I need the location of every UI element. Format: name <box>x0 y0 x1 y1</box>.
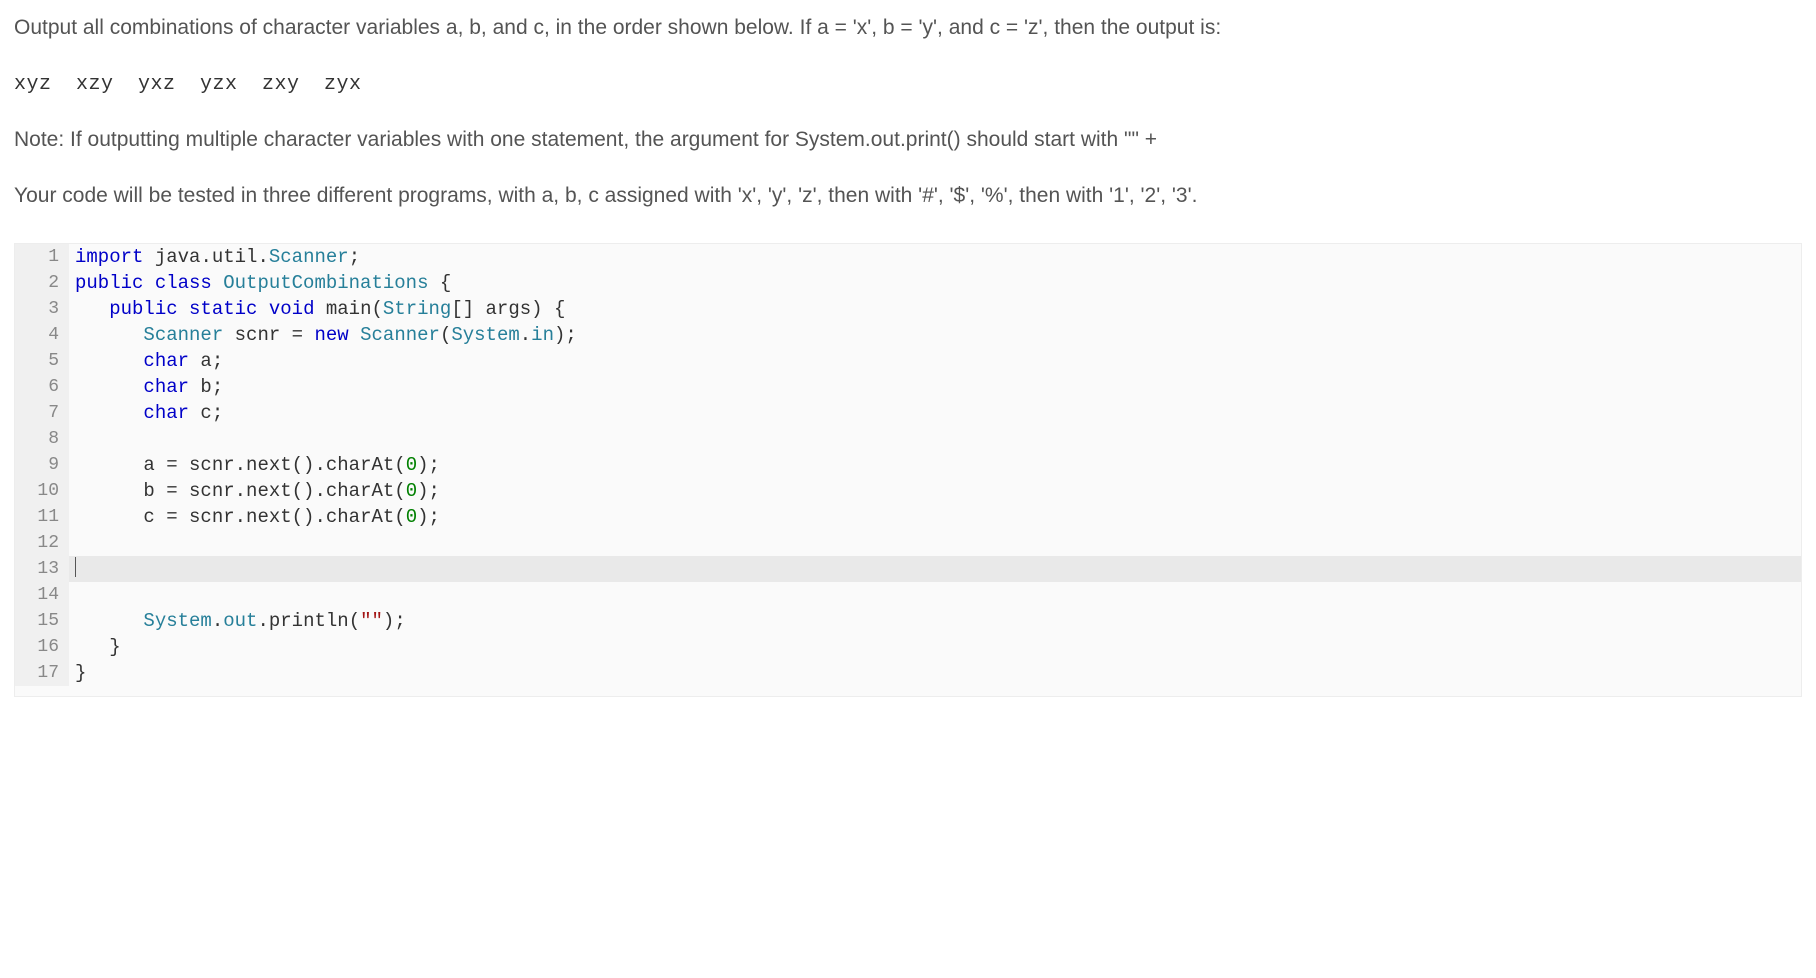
line-number: 11 <box>15 504 69 530</box>
code-content[interactable]: char a; <box>69 348 1801 374</box>
code-line[interactable]: 16 } <box>15 634 1801 660</box>
line-number: 5 <box>15 348 69 374</box>
code-content[interactable]: } <box>69 660 1801 686</box>
text-caret <box>75 557 76 577</box>
code-content[interactable]: a = scnr.next().charAt(0); <box>69 452 1801 478</box>
line-number: 16 <box>15 634 69 660</box>
code-line[interactable]: 9 a = scnr.next().charAt(0); <box>15 452 1801 478</box>
prompt-paragraph-2: Note: If outputting multiple character v… <box>14 124 1802 157</box>
code-content[interactable]: System.out.println(""); <box>69 608 1801 634</box>
code-line[interactable]: 4 Scanner scnr = new Scanner(System.in); <box>15 322 1801 348</box>
code-line[interactable]: 15 System.out.println(""); <box>15 608 1801 634</box>
line-number: 8 <box>15 426 69 452</box>
line-number: 12 <box>15 530 69 556</box>
problem-statement: Output all combinations of character var… <box>14 12 1802 213</box>
code-content[interactable] <box>69 530 1801 556</box>
code-line[interactable]: 14 <box>15 582 1801 608</box>
line-number: 17 <box>15 660 69 686</box>
code-line[interactable]: 2public class OutputCombinations { <box>15 270 1801 296</box>
line-number: 4 <box>15 322 69 348</box>
code-content[interactable]: char c; <box>69 400 1801 426</box>
code-content[interactable]: public class OutputCombinations { <box>69 270 1801 296</box>
code-content[interactable]: Scanner scnr = new Scanner(System.in); <box>69 322 1801 348</box>
sample-output: xyz xzy yxz yzx zxy zyx <box>14 69 1802 100</box>
prompt-paragraph-3: Your code will be tested in three differ… <box>14 180 1802 213</box>
line-number: 2 <box>15 270 69 296</box>
line-number: 1 <box>15 244 69 270</box>
code-content[interactable]: public static void main(String[] args) { <box>69 296 1801 322</box>
line-number: 3 <box>15 296 69 322</box>
line-number: 9 <box>15 452 69 478</box>
code-line[interactable]: 13 <box>15 556 1801 582</box>
line-number: 7 <box>15 400 69 426</box>
code-content[interactable] <box>69 426 1801 452</box>
code-content[interactable]: import java.util.Scanner; <box>69 244 1801 270</box>
code-line[interactable]: 6 char b; <box>15 374 1801 400</box>
code-line[interactable]: 10 b = scnr.next().charAt(0); <box>15 478 1801 504</box>
code-line[interactable]: 12 <box>15 530 1801 556</box>
code-line[interactable]: 1import java.util.Scanner; <box>15 244 1801 270</box>
code-content[interactable]: b = scnr.next().charAt(0); <box>69 478 1801 504</box>
code-content[interactable]: char b; <box>69 374 1801 400</box>
line-number: 13 <box>15 556 69 582</box>
line-number: 6 <box>15 374 69 400</box>
code-content[interactable]: } <box>69 634 1801 660</box>
code-content[interactable] <box>69 582 1801 608</box>
line-number: 15 <box>15 608 69 634</box>
line-number: 14 <box>15 582 69 608</box>
code-line[interactable]: 8 <box>15 426 1801 452</box>
code-line[interactable]: 17} <box>15 660 1801 686</box>
code-line[interactable]: 7 char c; <box>15 400 1801 426</box>
code-content[interactable] <box>69 556 1801 582</box>
code-line[interactable]: 5 char a; <box>15 348 1801 374</box>
code-line[interactable]: 3 public static void main(String[] args)… <box>15 296 1801 322</box>
line-number: 10 <box>15 478 69 504</box>
code-content[interactable]: c = scnr.next().charAt(0); <box>69 504 1801 530</box>
code-editor[interactable]: 1import java.util.Scanner;2public class … <box>14 243 1802 697</box>
code-line[interactable]: 11 c = scnr.next().charAt(0); <box>15 504 1801 530</box>
prompt-paragraph-1: Output all combinations of character var… <box>14 12 1802 45</box>
